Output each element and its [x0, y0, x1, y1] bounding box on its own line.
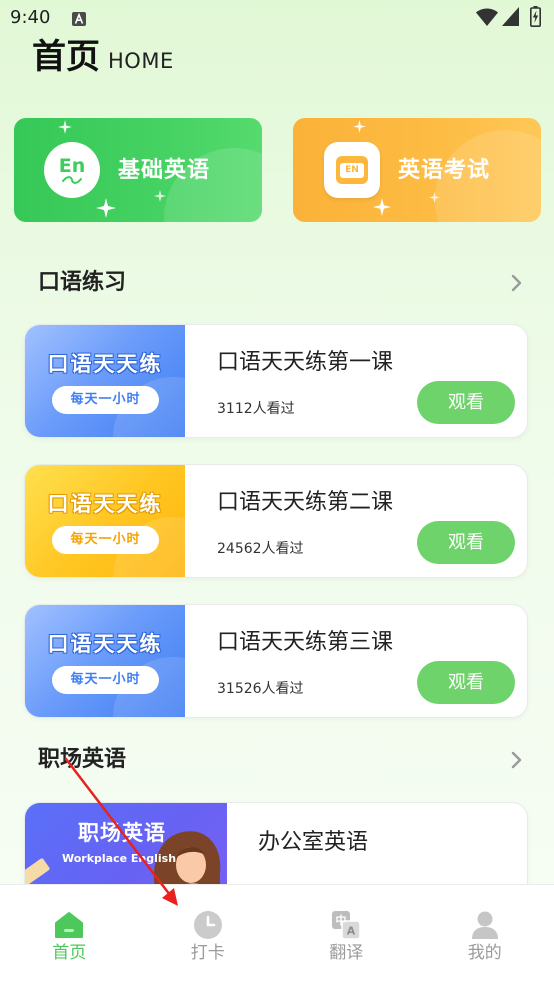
lesson-view-count: 31526人看过: [217, 681, 304, 697]
sparkle-icon: [96, 198, 116, 218]
thumbnail-subtitle: Workplace English: [62, 852, 177, 865]
tilde-mark: [62, 176, 82, 184]
nav-label-checkin: 打卡: [190, 943, 225, 963]
nav-item-profile[interactable]: 我的: [416, 885, 554, 984]
status-time: 9:40: [10, 7, 51, 28]
en-book-icon: EN: [324, 142, 380, 198]
thumbnail-pill: 每天一小时: [52, 666, 159, 694]
english-exam-card[interactable]: EN 英语考试: [293, 118, 541, 222]
thumbnail-title: 口语天天练: [47, 632, 163, 656]
lesson-title: 办公室英语: [258, 830, 369, 855]
section-title-speaking: 口语练习: [38, 270, 127, 295]
watch-button[interactable]: 观看: [417, 521, 515, 564]
nav-label-home: 首页: [52, 943, 87, 963]
lesson-thumbnail: 口语天天练 每天一小时: [25, 465, 185, 577]
sparkle-icon: [58, 120, 72, 134]
home-icon: [54, 910, 84, 940]
section-title-workplace: 职场英语: [38, 747, 127, 772]
signal-icon: [502, 7, 519, 30]
lesson-thumbnail: 口语天天练 每天一小时: [25, 325, 185, 437]
english-exam-label: 英语考试: [398, 158, 491, 183]
nav-label-translate: 翻译: [329, 943, 364, 963]
nav-label-profile: 我的: [467, 943, 502, 963]
basic-english-label: 基础英语: [118, 158, 211, 183]
chevron-right-icon[interactable]: [510, 750, 524, 770]
book-icon-text: EN: [340, 162, 364, 178]
page-title: 首页: [32, 37, 100, 77]
thumbnail-pill: 每天一小时: [52, 526, 159, 554]
watch-button[interactable]: 观看: [417, 381, 515, 424]
lesson-title: 口语天天练第二课: [217, 490, 394, 515]
lesson-title: 口语天天练第三课: [217, 630, 394, 655]
lesson-card[interactable]: 口语天天练 每天一小时 口语天天练第二课 24562人看过 观看: [24, 464, 528, 578]
clock-icon: [193, 910, 223, 940]
en-icon-text: En: [58, 155, 86, 177]
sparkle-icon: [353, 120, 366, 133]
en-circle-icon: En: [44, 142, 100, 198]
sparkle-icon: [429, 192, 440, 203]
lesson-card[interactable]: 口语天天练 每天一小时 口语天天练第三课 31526人看过 观看: [24, 604, 528, 718]
translate-glyph-zh: 中: [336, 913, 347, 927]
lesson-view-count: 3112人看过: [217, 401, 295, 417]
basic-english-card[interactable]: En 基础英语: [14, 118, 262, 222]
lesson-view-count: 24562人看过: [217, 541, 304, 557]
thumbnail-title: 口语天天练: [47, 492, 163, 516]
page-subtitle: HOME: [108, 49, 174, 73]
bottom-nav: 首页 打卡 中 A 翻译 我的: [0, 884, 554, 984]
translate-glyph-en: A: [347, 925, 356, 938]
lesson-card[interactable]: 口语天天练 每天一小时 口语天天练第一课 3112人看过 观看: [24, 324, 528, 438]
user-icon: [470, 910, 500, 940]
thumbnail-title: 口语天天练: [47, 352, 163, 376]
battery-charging-icon: [530, 6, 541, 31]
nav-item-home[interactable]: 首页: [0, 885, 139, 984]
pencil-decoration: [25, 857, 51, 887]
wifi-icon: [476, 7, 498, 30]
sparkle-icon: [154, 190, 166, 202]
chevron-right-icon[interactable]: [510, 273, 524, 293]
a-notification-icon: [72, 11, 86, 26]
thumbnail-pill: 每天一小时: [52, 386, 159, 414]
book-shape: EN: [336, 156, 368, 184]
translate-icon: 中 A: [331, 910, 361, 940]
nav-item-checkin[interactable]: 打卡: [139, 885, 278, 984]
thumbnail-title: 职场英语: [78, 821, 166, 845]
lesson-thumbnail: 口语天天练 每天一小时: [25, 605, 185, 717]
lesson-title: 口语天天练第一课: [217, 350, 394, 375]
page-header: 首页 HOME: [32, 36, 174, 78]
nav-item-translate[interactable]: 中 A 翻译: [277, 885, 416, 984]
sparkle-icon: [373, 198, 391, 216]
watch-button[interactable]: 观看: [417, 661, 515, 704]
